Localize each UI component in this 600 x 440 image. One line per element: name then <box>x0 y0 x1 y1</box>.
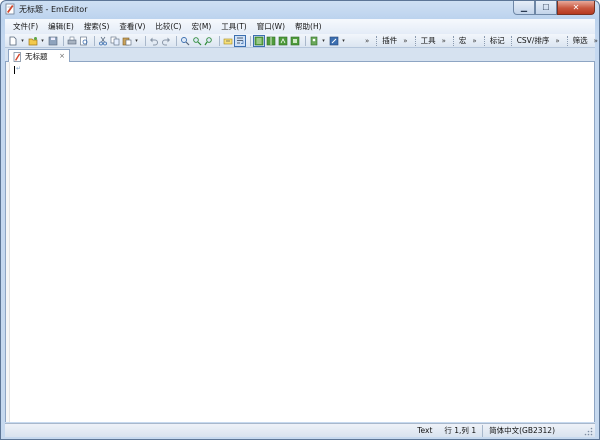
tab-close-icon[interactable]: × <box>59 52 65 60</box>
markers-toolbar[interactable]: 标记 <box>490 35 505 46</box>
find-icon[interactable] <box>180 36 190 46</box>
cut-icon[interactable] <box>98 36 108 46</box>
menu-file[interactable]: 文件(F) <box>13 19 38 34</box>
title-bar[interactable]: 无标题 - EmEditor ▁ ☐ ✕ <box>1 1 599 17</box>
csv-sort-toolbar[interactable]: CSV/排序 <box>517 35 550 46</box>
find-prev-icon[interactable] <box>204 36 214 46</box>
minimize-button[interactable]: ▁ <box>513 1 535 15</box>
open-dropdown[interactable]: ▾ <box>40 38 45 44</box>
menu-edit[interactable]: 编辑(E) <box>48 19 74 34</box>
toolbar-separator <box>176 35 177 46</box>
tools-toolbar[interactable]: 工具 <box>421 35 436 46</box>
macro-dropdown[interactable]: ▾ <box>321 38 326 44</box>
sync-icon[interactable] <box>278 36 288 46</box>
menu-view[interactable]: 查看(V) <box>119 19 145 34</box>
highlight-icon[interactable] <box>223 36 233 46</box>
tab-label: 无标题 <box>25 52 48 61</box>
end-of-file-mark: ↵ <box>16 65 22 72</box>
maximize-button[interactable]: ☐ <box>535 1 557 15</box>
text-caret <box>14 66 15 74</box>
menu-bar: 文件(F) 编辑(E) 搜索(S) 查看(V) 比较(C) 宏(M) 工具(T)… <box>5 19 595 34</box>
menu-search[interactable]: 搜索(S) <box>84 19 110 34</box>
tab-untitled[interactable]: 无标题 × <box>8 49 70 63</box>
toolbar-grip[interactable] <box>510 35 514 46</box>
caption-buttons: ▁ ☐ ✕ <box>513 1 595 15</box>
toolbar-overflow-chevron[interactable]: » <box>365 37 369 45</box>
menu-window[interactable]: 窗口(W) <box>257 19 285 34</box>
copy-icon[interactable] <box>110 36 120 46</box>
text-editor-area[interactable]: ↵ <box>5 62 595 422</box>
toolbar-grip[interactable] <box>376 35 379 46</box>
status-encoding[interactable]: 简体中文(GB2312) <box>482 424 561 437</box>
print-icon[interactable] <box>67 36 77 46</box>
new-file-dropdown[interactable]: ▾ <box>20 38 25 44</box>
menu-tools[interactable]: 工具(T) <box>221 19 246 34</box>
save-icon[interactable] <box>48 36 58 46</box>
menu-help[interactable]: 帮助(H) <box>295 19 322 34</box>
toolbar-grip[interactable] <box>483 35 487 46</box>
emeditor-app-icon[interactable] <box>5 3 16 15</box>
document-tab-bar: 无标题 × <box>5 48 595 63</box>
toolbar-separator <box>63 35 64 46</box>
toolbar-grip[interactable] <box>414 35 418 46</box>
resize-grip-icon[interactable] <box>584 427 593 436</box>
view-mode-icon[interactable] <box>253 34 265 47</box>
print-preview-icon[interactable] <box>79 36 89 46</box>
csv-overflow-chevron[interactable]: » <box>555 37 559 45</box>
new-file-icon[interactable] <box>8 36 18 46</box>
toolbar-grip[interactable] <box>452 35 456 46</box>
filter-toolbar[interactable]: 筛选 <box>573 35 588 46</box>
workspace-icon[interactable] <box>290 36 300 46</box>
macro-icon[interactable] <box>309 36 319 46</box>
toolbar-separator <box>250 35 251 46</box>
menu-macro[interactable]: 宏(M) <box>191 19 211 34</box>
open-folder-icon[interactable] <box>28 36 38 46</box>
undo-icon[interactable] <box>149 36 159 46</box>
toolbar-separator <box>219 35 220 46</box>
status-cursor-position[interactable]: 行 1,列 1 <box>438 425 482 437</box>
app-window: 无标题 - EmEditor ▁ ☐ ✕ 文件(F) 编辑(E) 搜索(S) 查… <box>0 0 600 440</box>
menu-compare[interactable]: 比较(C) <box>155 19 181 34</box>
toolbar-grip[interactable] <box>566 35 570 46</box>
word-wrap-icon[interactable] <box>234 34 246 47</box>
redo-icon[interactable] <box>161 36 171 46</box>
document-icon <box>13 51 22 62</box>
toolbar-separator <box>145 35 146 46</box>
paste-dropdown[interactable]: ▾ <box>134 38 139 44</box>
tools-dropdown[interactable]: ▾ <box>341 38 346 44</box>
plugins-toolbar[interactable]: 插件 <box>382 35 397 46</box>
tools-overflow-chevron[interactable]: » <box>442 37 446 45</box>
macros-toolbar[interactable]: 宏 <box>459 35 467 46</box>
toolbar-separator <box>305 35 306 46</box>
close-button[interactable]: ✕ <box>557 1 595 15</box>
editor-gutter <box>6 62 10 422</box>
paste-icon[interactable] <box>122 36 132 46</box>
toolbar: ▾ ▾ ▾ ▾ ▾ » 插件 » 工具 » 宏 » 标记 CSV/排序 » 筛选… <box>5 34 598 48</box>
tools-icon[interactable] <box>329 36 339 46</box>
split-icon[interactable] <box>266 36 276 46</box>
macros-overflow-chevron[interactable]: » <box>472 37 476 45</box>
filter-overflow-chevron[interactable]: » <box>594 37 598 45</box>
find-next-icon[interactable] <box>192 36 202 46</box>
status-bar: Text 行 1,列 1 简体中文(GB2312) <box>5 423 595 437</box>
toolbar-separator <box>94 35 95 46</box>
plugins-overflow-chevron[interactable]: » <box>403 37 407 45</box>
window-title: 无标题 - EmEditor <box>19 5 88 14</box>
status-mode[interactable]: Text <box>411 425 438 437</box>
